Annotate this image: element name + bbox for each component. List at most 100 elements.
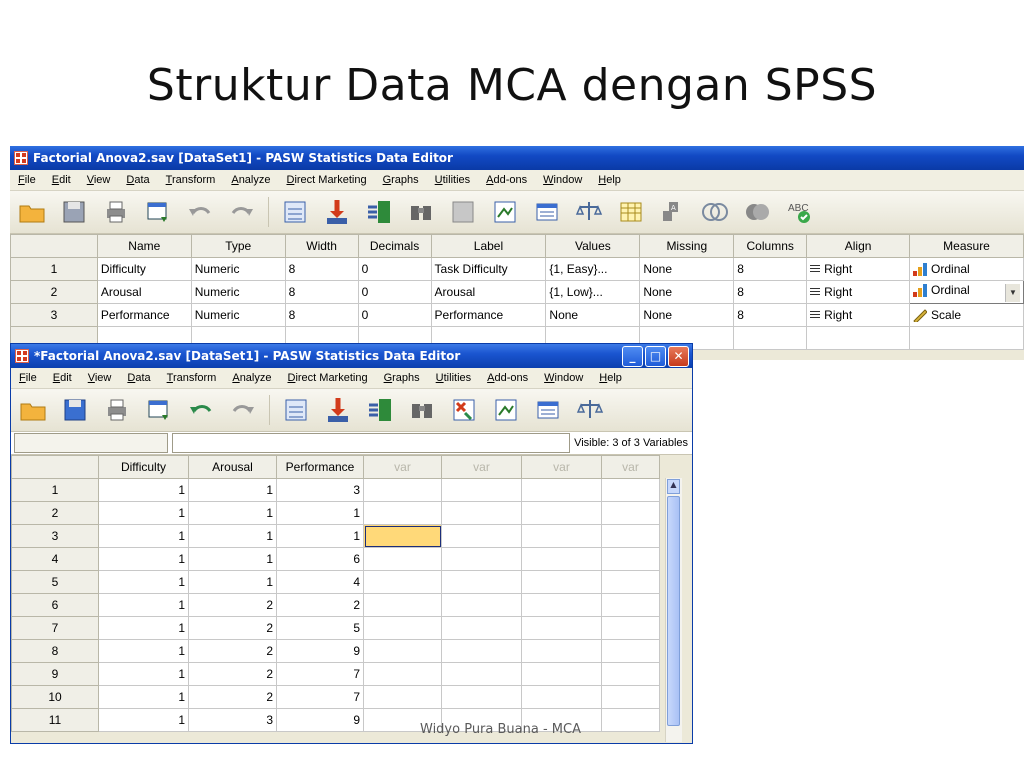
split-file-icon[interactable] [489, 196, 521, 228]
row-number[interactable]: 4 [11, 547, 99, 571]
save-icon[interactable] [59, 394, 91, 426]
row-number[interactable]: 2 [10, 280, 98, 304]
variables-icon[interactable] [364, 394, 396, 426]
var-missing-cell[interactable]: None [639, 257, 735, 281]
empty-cell[interactable] [441, 524, 522, 548]
empty-cell[interactable] [601, 593, 660, 617]
menu-add-ons[interactable]: Add-ons [478, 174, 535, 186]
column-header[interactable]: Name [96, 234, 192, 258]
var-values-cell[interactable]: {1, Easy}... [545, 257, 641, 281]
empty-cell[interactable] [363, 478, 442, 502]
menu-view[interactable]: View [79, 174, 119, 186]
value-labels-icon[interactable]: A [657, 196, 689, 228]
menu-help[interactable]: Help [591, 372, 630, 384]
use-sets-icon[interactable] [699, 196, 731, 228]
menu-utilities[interactable]: Utilities [428, 372, 479, 384]
row-number[interactable]: 6 [11, 593, 99, 617]
column-header-empty[interactable]: var [601, 455, 660, 479]
var-align-cell[interactable]: Right [806, 303, 911, 327]
chevron-down-icon[interactable]: ▼ [1005, 283, 1020, 302]
select-cases-icon[interactable] [531, 196, 563, 228]
empty-cell[interactable] [441, 478, 522, 502]
save-icon[interactable] [58, 196, 90, 228]
data-cell[interactable]: 1 [188, 524, 277, 548]
empty-cell[interactable] [363, 662, 442, 686]
empty-cell[interactable] [733, 326, 808, 350]
menu-transform[interactable]: Transform [158, 174, 224, 186]
minimize-icon[interactable]: _ [622, 345, 643, 367]
data-cell[interactable]: 1 [98, 501, 189, 525]
menu-edit[interactable]: Edit [45, 372, 80, 384]
value-labels-grid-icon[interactable] [615, 196, 647, 228]
undo-icon[interactable] [184, 196, 216, 228]
empty-cell[interactable] [441, 547, 522, 571]
var-name-cell[interactable]: Performance [96, 303, 192, 327]
empty-cell[interactable] [909, 326, 1024, 350]
data-cell[interactable]: 2 [188, 639, 277, 663]
empty-cell[interactable] [441, 639, 522, 663]
selected-cell[interactable] [363, 524, 442, 548]
var-decimals-cell[interactable]: 0 [357, 303, 432, 327]
data-cell[interactable]: 3 [188, 708, 277, 732]
var-label-cell[interactable]: Performance [430, 303, 547, 327]
data-cell[interactable]: 9 [276, 708, 364, 732]
print-icon[interactable] [100, 196, 132, 228]
column-header-empty[interactable]: var [441, 455, 522, 479]
data-cell[interactable]: 2 [188, 616, 277, 640]
dialog-recall-icon[interactable] [143, 394, 175, 426]
titlebar[interactable]: *Factorial Anova2.sav [DataSet1] - PASW … [11, 344, 692, 368]
menu-edit[interactable]: Edit [44, 174, 79, 186]
data-cell[interactable]: 2 [188, 593, 277, 617]
menu-file[interactable]: File [10, 174, 44, 186]
menu-analyze[interactable]: Analyze [224, 372, 279, 384]
data-cell[interactable]: 1 [276, 501, 364, 525]
empty-cell[interactable] [601, 570, 660, 594]
var-align-cell[interactable]: Right [806, 257, 911, 281]
menu-file[interactable]: File [11, 372, 45, 384]
empty-cell[interactable] [601, 639, 660, 663]
empty-cell[interactable] [363, 501, 442, 525]
empty-cell[interactable] [521, 570, 602, 594]
menu-help[interactable]: Help [590, 174, 629, 186]
row-number[interactable]: 7 [11, 616, 99, 640]
data-cell[interactable]: 1 [98, 616, 189, 640]
column-header[interactable]: Measure [909, 234, 1024, 258]
empty-cell[interactable] [601, 547, 660, 571]
row-number[interactable]: 10 [11, 685, 99, 709]
empty-cell[interactable] [363, 616, 442, 640]
empty-cell[interactable] [521, 639, 602, 663]
variables-icon[interactable] [363, 196, 395, 228]
var-decimals-cell[interactable]: 0 [357, 257, 432, 281]
empty-cell[interactable] [601, 616, 660, 640]
var-width-cell[interactable]: 8 [284, 280, 359, 304]
column-header[interactable]: Values [545, 234, 641, 258]
column-header-empty[interactable]: var [521, 455, 602, 479]
var-columns-cell[interactable]: 8 [733, 303, 808, 327]
menu-data[interactable]: Data [119, 372, 158, 384]
data-cell[interactable]: 1 [98, 662, 189, 686]
column-header[interactable]: Columns [733, 234, 808, 258]
row-number[interactable]: 11 [11, 708, 99, 732]
column-header[interactable]: Performance [276, 455, 364, 479]
data-cell[interactable]: 1 [98, 570, 189, 594]
row-number[interactable]: 1 [11, 478, 99, 502]
data-cell[interactable]: 1 [188, 547, 277, 571]
empty-cell[interactable] [601, 662, 660, 686]
menu-data[interactable]: Data [118, 174, 157, 186]
var-missing-cell[interactable]: None [639, 280, 735, 304]
empty-cell[interactable] [806, 326, 911, 350]
goto-case-icon[interactable] [280, 394, 312, 426]
maximize-icon[interactable]: □ [645, 345, 666, 367]
goto-case-icon[interactable] [279, 196, 311, 228]
spell-check-icon[interactable]: ABC [783, 196, 815, 228]
var-missing-cell[interactable]: None [639, 303, 735, 327]
row-number[interactable]: 2 [11, 501, 99, 525]
data-cell[interactable]: 3 [276, 478, 364, 502]
weight-cases-icon[interactable] [573, 196, 605, 228]
empty-cell[interactable] [521, 524, 602, 548]
row-number[interactable]: 5 [11, 570, 99, 594]
data-cell[interactable]: 1 [98, 593, 189, 617]
data-cell[interactable]: 7 [276, 685, 364, 709]
empty-cell[interactable] [363, 685, 442, 709]
data-cell[interactable]: 1 [98, 685, 189, 709]
